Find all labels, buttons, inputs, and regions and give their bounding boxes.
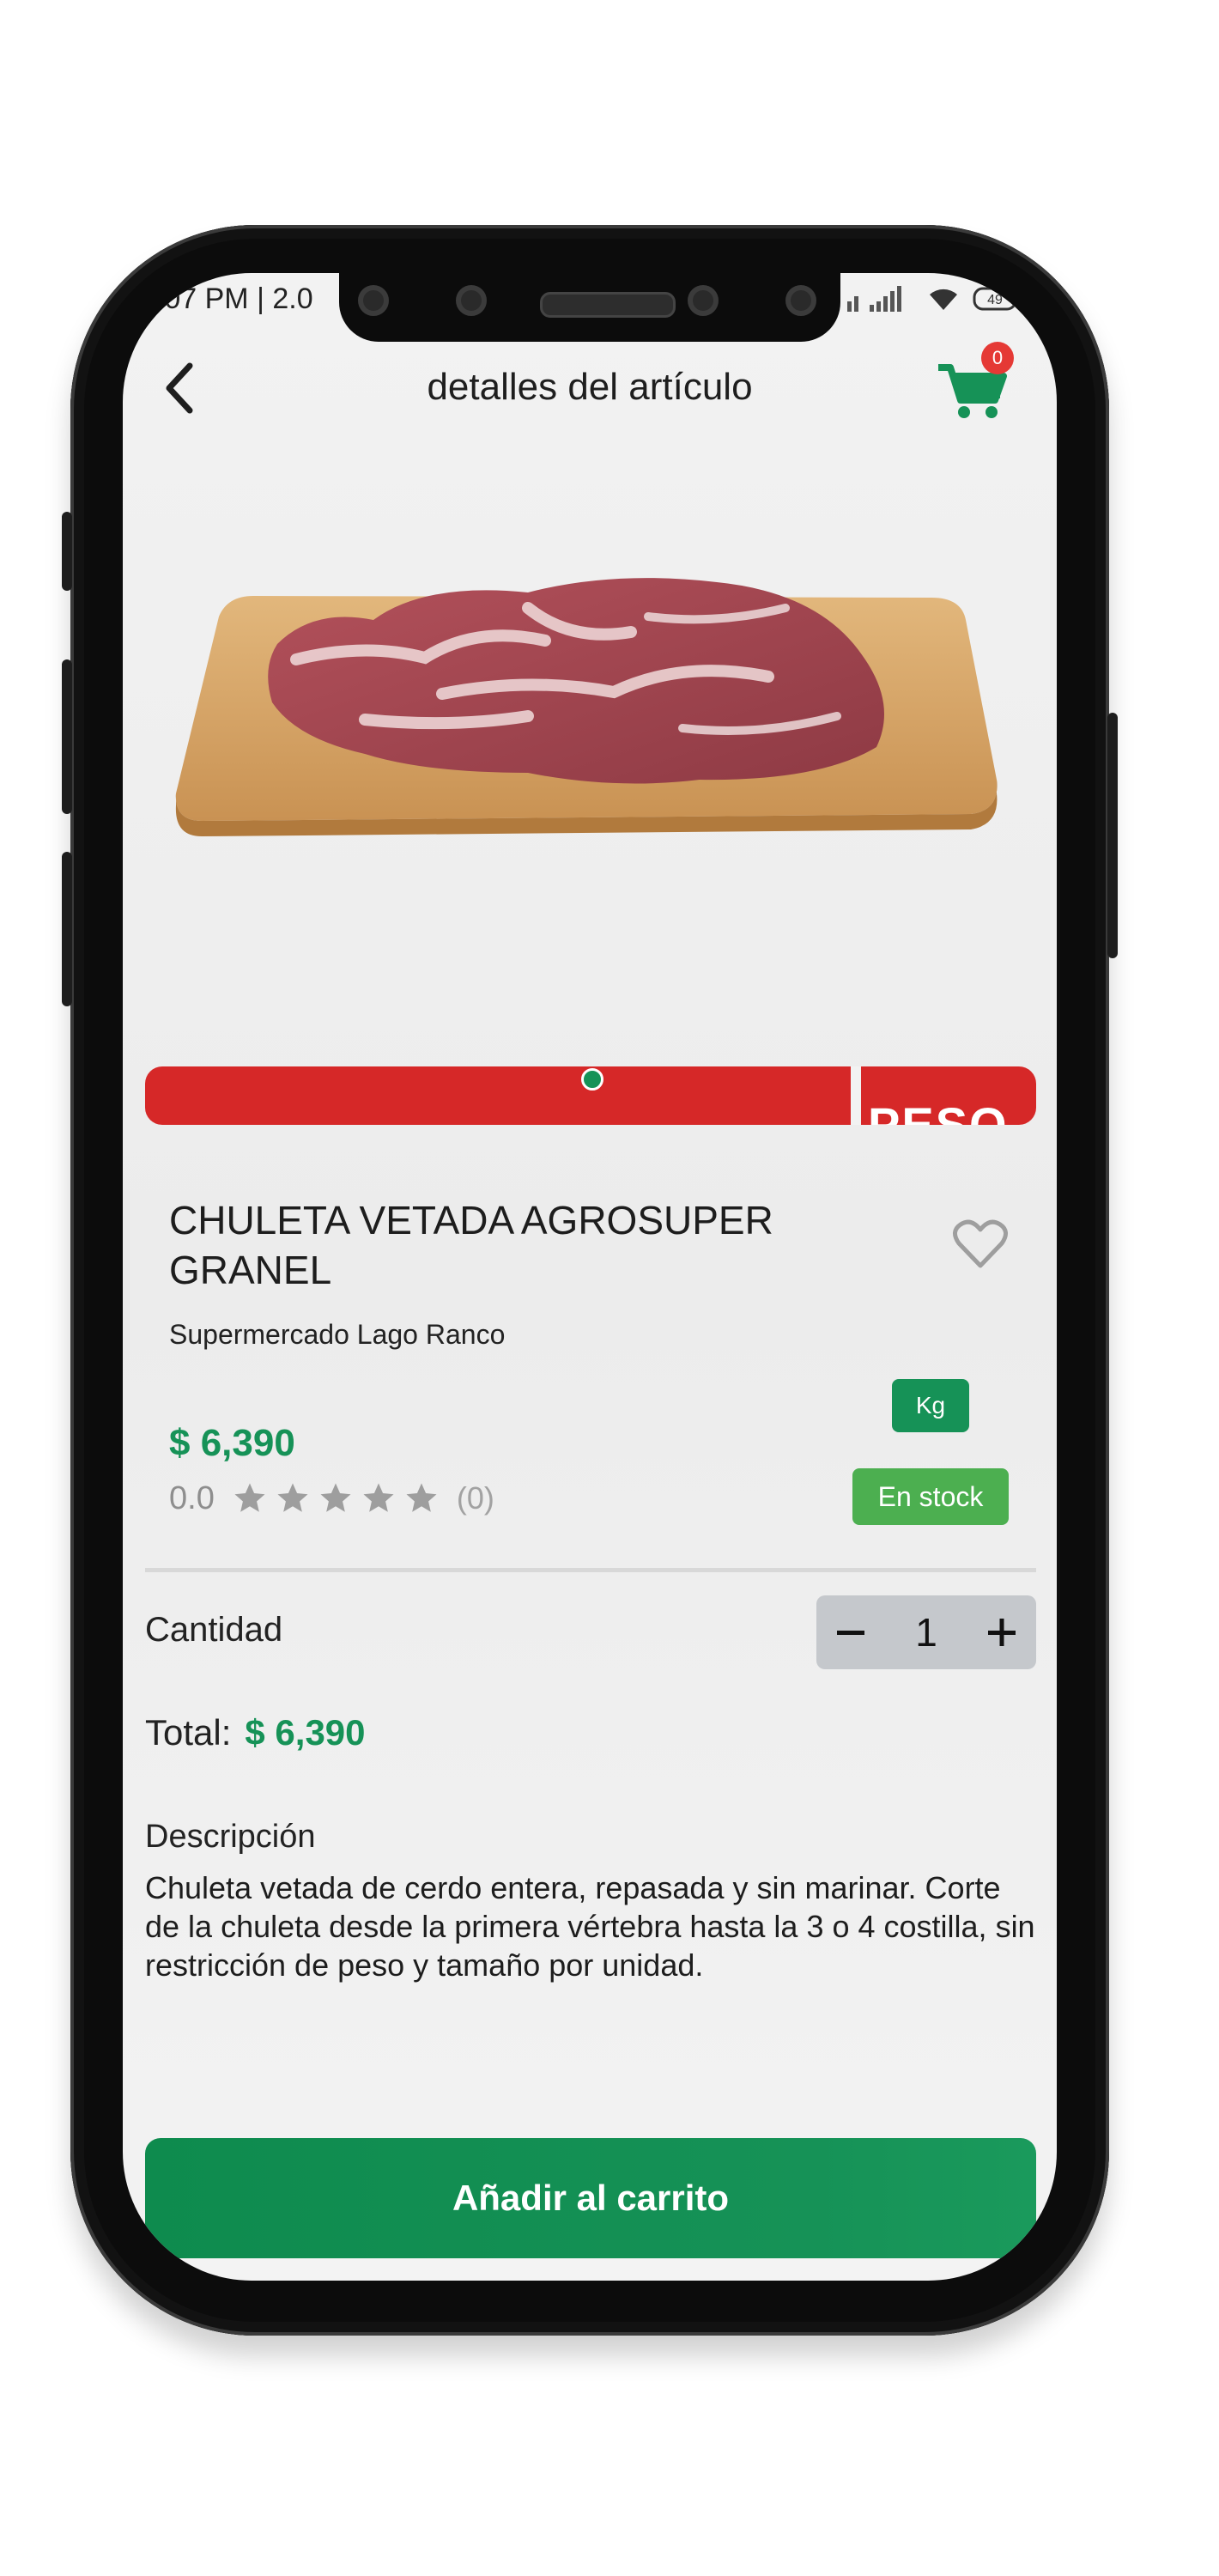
signal-icon (847, 286, 901, 312)
quantity-stepper: 1 (816, 1595, 1036, 1669)
rating-value: 0.0 (169, 1479, 215, 1516)
star-icon (234, 1483, 265, 1512)
phone-volume-up-button (62, 659, 72, 814)
rating-count: (0) (456, 1480, 494, 1516)
front-camera (358, 285, 389, 316)
rating-row: 0.0 (0) (169, 1477, 494, 1520)
product-image[interactable] (167, 548, 1017, 908)
total-value: $ 6,390 (245, 1712, 366, 1753)
favorite-button[interactable] (952, 1218, 1009, 1271)
total-label: Total: (145, 1712, 232, 1753)
product-price: $ 6,390 (169, 1422, 295, 1464)
ambient-sensor (785, 285, 816, 316)
add-to-cart-button[interactable]: Añadir al carrito (145, 2138, 1036, 2258)
heart-outline-icon (953, 1219, 1008, 1268)
store-name: Supermercado Lago Ranco (169, 1319, 506, 1350)
status-time: 6:07 PM | 2.0 (140, 283, 313, 315)
banner-text: PESO (868, 1097, 1009, 1126)
phone-side-button (62, 512, 72, 591)
cart-count-badge: 0 (981, 342, 1014, 374)
decrease-quantity-button[interactable] (816, 1595, 885, 1669)
face-sensor (688, 285, 719, 316)
description-title: Descripción (145, 1819, 316, 1855)
stock-badge: En stock (852, 1468, 1009, 1525)
section-divider (145, 1568, 1036, 1572)
plus-icon (988, 1619, 1016, 1646)
camera-notch (339, 273, 840, 342)
increase-quantity-button[interactable] (967, 1595, 1036, 1669)
battery-level: 49 (987, 293, 1003, 307)
app-screen: 6:07 PM | 2.0 49 detalles del artículo 0… (123, 273, 1057, 2281)
earpiece-speaker (540, 292, 676, 318)
battery-icon: 49 (973, 287, 1021, 311)
status-icons: 49 (847, 285, 1022, 313)
minus-icon (837, 1631, 864, 1635)
unit-badge: Kg (892, 1379, 969, 1432)
wifi-icon (930, 289, 957, 310)
phone-power-button (1107, 713, 1118, 958)
banner-divider (851, 1066, 861, 1125)
proximity-sensor (456, 285, 487, 316)
carousel-dot[interactable] (581, 1068, 603, 1091)
star-icon (363, 1483, 394, 1512)
star-icon (406, 1483, 437, 1512)
total-row: Total: $ 6,390 (145, 1712, 366, 1753)
quantity-value: 1 (915, 1610, 937, 1655)
quantity-label: Cantidad (145, 1611, 283, 1649)
description-text: Chuleta vetada de cerdo entera, repasada… (145, 1870, 1035, 1983)
phone-volume-down-button (62, 852, 72, 1006)
star-icon (277, 1483, 308, 1512)
page-title: detalles del artículo (427, 366, 753, 408)
star-icon (320, 1483, 351, 1512)
product-name: CHULETA VETADA AGROSUPER GRANEL (169, 1198, 773, 1292)
